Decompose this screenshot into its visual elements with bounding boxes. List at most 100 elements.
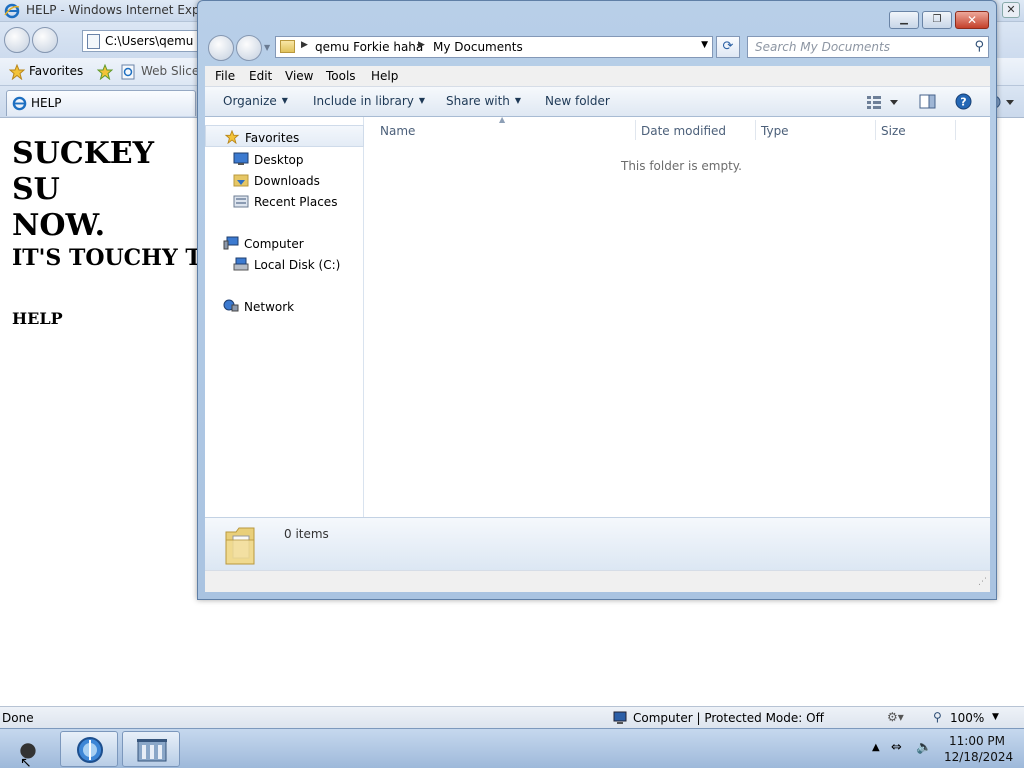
taskbar-ie-button[interactable] — [60, 731, 118, 767]
nav-item-computer[interactable]: Computer — [223, 236, 304, 251]
page-heading-1: SUCKEY SU NOW. — [12, 136, 155, 243]
menu-edit[interactable]: Edit — [249, 69, 272, 83]
address-breadcrumb[interactable]: ▶ qemu Forkie haha ▶ My Documents ▼ — [275, 36, 713, 58]
preview-pane-icon[interactable] — [919, 94, 936, 109]
breadcrumb-user[interactable]: qemu Forkie haha — [315, 40, 423, 54]
resize-grip-icon[interactable]: ⋰ — [978, 577, 987, 587]
search-icon[interactable]: ⚲ — [974, 39, 984, 54]
column-header-date-modified[interactable]: Date modified — [641, 124, 726, 138]
ie-favorites-button[interactable]: Favorites — [29, 64, 83, 78]
ie-address-text: C:\Users\qemu Fo — [105, 34, 212, 48]
menu-bar: File Edit View Tools Help — [205, 66, 990, 87]
menu-view[interactable]: View — [285, 69, 313, 83]
nav-downloads-label: Downloads — [254, 174, 320, 188]
web-slice-icon — [121, 64, 135, 80]
clock-time[interactable]: 11:00 PM — [949, 734, 1005, 748]
organize-label: Organize — [223, 94, 277, 108]
column-divider[interactable] — [875, 120, 876, 140]
nav-item-downloads[interactable]: Downloads — [233, 173, 320, 188]
volume-muted-icon[interactable]: 🔈 — [916, 740, 932, 755]
chevron-down-icon: ▼ — [281, 96, 288, 105]
nav-desktop-label: Desktop — [254, 153, 304, 167]
nav-item-recent-places[interactable]: Recent Places — [233, 194, 337, 209]
back-button[interactable] — [208, 35, 234, 61]
column-divider[interactable] — [955, 120, 956, 140]
column-header-name[interactable]: Name — [380, 124, 415, 138]
breadcrumb-chevron-icon[interactable]: ▶ — [418, 40, 425, 50]
explorer-icon — [137, 739, 167, 762]
clock-date[interactable]: 12/18/2024 — [944, 750, 1013, 764]
show-hidden-icons-icon[interactable]: ▲ — [872, 742, 880, 753]
column-divider[interactable] — [755, 120, 756, 140]
chevron-down-icon: ▼ — [514, 96, 522, 105]
page-heading-2: IT'S TOUCHY TO — [12, 245, 221, 271]
ie-back-button[interactable] — [4, 27, 30, 53]
column-divider[interactable] — [635, 120, 636, 140]
menu-file[interactable]: File — [215, 69, 235, 83]
explorer-window: ▁ ❐ ✕ ▼ ▶ qemu Forkie haha ▶ My Document… — [197, 0, 997, 600]
refresh-icon[interactable]: ⟳ — [716, 36, 740, 58]
breadcrumb-my-documents[interactable]: My Documents — [433, 40, 523, 54]
favorites-star-icon — [224, 130, 240, 144]
help-icon[interactable]: ? — [955, 93, 972, 110]
new-folder-button[interactable]: New folder — [545, 94, 610, 108]
item-count: 0 items — [284, 527, 329, 541]
ie-close-button[interactable]: ✕ — [1002, 2, 1020, 18]
restore-button[interactable]: ❐ — [922, 11, 952, 29]
menu-tools[interactable]: Tools — [326, 69, 356, 83]
ie-security-zone[interactable]: Computer | Protected Mode: Off — [633, 711, 824, 725]
nav-network-label: Network — [244, 300, 295, 314]
recent-pages-dropdown-icon[interactable]: ▼ — [264, 43, 270, 52]
add-favorite-icon[interactable] — [97, 64, 113, 80]
page-heading-3: HELP — [12, 309, 63, 328]
desktop-icon — [233, 152, 249, 165]
globe-icon — [77, 737, 103, 763]
close-button[interactable]: ✕ — [955, 11, 989, 29]
address-dropdown-icon[interactable]: ▼ — [701, 40, 708, 50]
breadcrumb-chevron-icon[interactable]: ▶ — [301, 40, 308, 50]
search-input[interactable]: Search My Documents ⚲ — [747, 36, 989, 58]
taskbar: ● ↖ ▲ ⇔ 🔈 11:00 PM 12/18/2024 — [0, 728, 1024, 768]
explorer-status-bar: ⋰ — [205, 570, 990, 592]
command-bar: Organize ▼ Include in library ▼ Share with… — [205, 87, 990, 117]
sort-ascending-icon: ▲ — [499, 115, 506, 124]
details-pane: 0 items — [205, 517, 990, 570]
column-header-type[interactable]: Type — [761, 124, 789, 138]
recent-places-icon — [233, 195, 249, 208]
forward-button[interactable] — [236, 35, 262, 61]
ie-address-bar[interactable]: C:\Users\qemu Fo — [82, 30, 212, 52]
ie-forward-button[interactable] — [32, 27, 58, 53]
nav-item-desktop[interactable]: Desktop — [233, 152, 304, 167]
network-icon — [223, 299, 239, 312]
mouse-cursor-icon: ↖ — [20, 755, 32, 768]
include-label: Include in library — [313, 94, 414, 108]
nav-item-local-disk[interactable]: Local Disk (C:) — [233, 257, 340, 272]
folder-icon — [225, 527, 255, 565]
favorites-star-icon — [9, 64, 25, 80]
ie-tab-help[interactable]: HELP — [6, 90, 196, 116]
ie-logo-icon — [4, 3, 20, 19]
nav-recent-label: Recent Places — [254, 195, 338, 209]
protected-mode-icon[interactable]: ⚙▾ — [887, 710, 904, 724]
nav-item-network[interactable]: Network — [223, 299, 294, 314]
zoom-dropdown-icon[interactable]: ▼ — [992, 712, 999, 722]
nav-favorites-label: Favorites — [245, 131, 300, 145]
nav-item-favorites[interactable]: Favorites — [205, 125, 364, 147]
organize-button[interactable]: Organize ▼ — [223, 94, 288, 108]
ie-zoom-level[interactable]: 100% — [950, 711, 984, 725]
network-tray-icon[interactable]: ⇔ — [891, 740, 902, 755]
search-placeholder: Search My Documents — [755, 40, 890, 54]
share-with-button[interactable]: Share with ▼ — [446, 94, 521, 108]
taskbar-explorer-button[interactable] — [122, 731, 180, 767]
page-icon — [87, 34, 100, 49]
menu-help[interactable]: Help — [371, 69, 398, 83]
minimize-button[interactable]: ▁ — [889, 11, 919, 29]
computer-zone-icon — [613, 711, 627, 724]
chevron-down-icon: ▼ — [418, 96, 426, 105]
navigation-pane: Favorites Desktop Downloads Recent Place… — [205, 117, 364, 517]
views-icon[interactable] — [866, 95, 900, 109]
column-header-size[interactable]: Size — [881, 124, 906, 138]
ie-status-text: Done — [2, 711, 34, 725]
nav-local-disk-label: Local Disk (C:) — [254, 258, 341, 272]
include-in-library-button[interactable]: Include in library ▼ — [313, 94, 425, 108]
